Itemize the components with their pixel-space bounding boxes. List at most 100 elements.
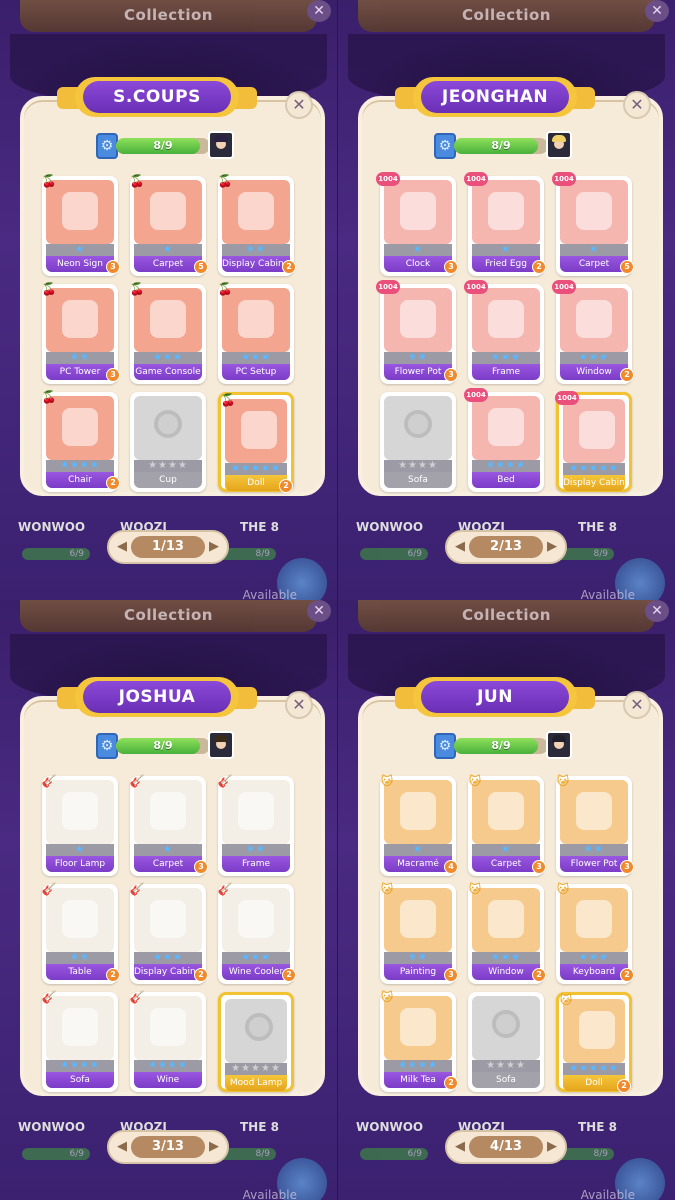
lock-gear-icon <box>404 410 432 438</box>
bg-member-name: THE 8 <box>240 520 279 534</box>
member-avatar[interactable] <box>546 131 572 159</box>
item-illustration <box>579 411 615 449</box>
item-card[interactable]: 🎸 ★★ Table 2 <box>42 882 120 984</box>
lock-gear-icon <box>245 1013 273 1041</box>
item-card[interactable]: 🎸 ★ Floor Lamp <box>42 774 118 876</box>
item-card[interactable]: 🐱 ★ Carpet 3 <box>468 774 546 876</box>
prev-page-icon[interactable]: ◀ <box>115 539 129 555</box>
item-card[interactable]: 1004 ★★★★ Bed <box>464 388 544 492</box>
item-card[interactable]: 🐱 ★★★★★ Doll 2 <box>556 992 632 1093</box>
item-card[interactable]: ★★★★ Sofa <box>468 992 544 1092</box>
item-illustration <box>488 408 524 446</box>
member-avatar[interactable] <box>208 731 234 759</box>
count-badge: 3 <box>444 260 458 274</box>
item-card[interactable]: ★★★★ Sofa <box>380 392 456 492</box>
bg-progress-bar: 6/9 <box>360 548 428 560</box>
next-page-icon[interactable]: ▶ <box>207 1139 221 1155</box>
item-card[interactable]: 🎸 ★ Carpet 3 <box>130 774 208 876</box>
next-page-icon[interactable]: ▶ <box>207 539 221 555</box>
close-icon[interactable]: ✕ <box>285 91 313 119</box>
cherry-icon: 🍒 <box>41 174 57 188</box>
item-illustration <box>62 408 98 446</box>
item-card[interactable]: 🐱 ★★★ Keyboard 2 <box>556 882 634 984</box>
bg-progress-bar: 6/9 <box>360 1148 428 1160</box>
item-illustration <box>62 792 98 830</box>
item-label: Clock <box>384 256 452 272</box>
count-badge: 5 <box>620 260 634 274</box>
bg-member-name: WONWOO <box>356 1120 424 1134</box>
item-art <box>384 180 452 244</box>
item-art <box>563 399 625 463</box>
item-grid: 🍒 ★ Neon Sign 3 🍒 ★ Carpet 5 🍒 ★★ Display Cabinet 2… <box>42 174 296 496</box>
close-icon[interactable]: ✕ <box>623 691 651 719</box>
prev-page-icon[interactable]: ◀ <box>453 539 467 555</box>
member-name: JOSHUA <box>83 681 231 713</box>
bg-collection-title: Collection <box>462 6 551 24</box>
page-indicator: 3/13 <box>131 1136 205 1158</box>
item-card[interactable]: 1004 ★★ Flower Pot 3 <box>376 280 458 384</box>
count-badge: 2 <box>106 476 120 490</box>
item-card[interactable]: 1004 ★ Carpet 5 <box>552 172 634 276</box>
count-badge: 2 <box>620 968 634 982</box>
bg-progress-bar: 6/9 <box>22 548 90 560</box>
item-card[interactable]: ★★★★ Cup <box>130 392 206 492</box>
next-page-icon[interactable]: ▶ <box>545 1139 559 1155</box>
item-label: Sofa <box>46 1072 114 1088</box>
item-card[interactable]: 1004 ★★★ Frame <box>464 280 544 384</box>
star-rating: ★★ <box>384 352 452 364</box>
item-card[interactable]: 🐱 ★★ Flower Pot 3 <box>556 774 634 876</box>
item-label: Game Console <box>134 364 202 380</box>
item-card[interactable]: 🎸 ★★★★ Wine <box>130 990 206 1092</box>
item-card[interactable]: 🍒 ★★★ Game Console <box>130 282 206 384</box>
member-avatar[interactable] <box>546 731 572 759</box>
item-card[interactable]: 🎸 ★★ Frame <box>218 774 294 876</box>
next-page-icon[interactable]: ▶ <box>545 539 559 555</box>
item-card[interactable]: 🎸 ★★★ Display Cabinet 2 <box>130 882 208 984</box>
item-illustration <box>579 1011 615 1049</box>
item-illustration <box>62 192 98 230</box>
star-rating: ★ <box>46 244 114 256</box>
count-badge: 3 <box>532 860 546 874</box>
item-card[interactable]: 🍒 ★★ PC Tower 3 <box>42 282 120 384</box>
item-card[interactable]: 🍒 ★★★★★ Doll 2 <box>218 392 294 493</box>
item-illustration <box>62 900 98 938</box>
item-card[interactable]: 🍒 ★★★ PC Setup <box>218 282 294 384</box>
count-badge: 2 <box>617 1079 631 1093</box>
item-card[interactable]: 🐱 ★ Macramé 4 <box>380 774 458 876</box>
item-label: Carpet <box>134 856 202 872</box>
prev-page-icon[interactable]: ◀ <box>453 1139 467 1155</box>
item-label: Flower Pot <box>384 364 452 380</box>
item-card[interactable]: 1004 ★ Fried Egg 2 <box>464 172 546 276</box>
count-badge: 3 <box>194 860 208 874</box>
item-card[interactable]: 1004 ★ Clock 3 <box>376 172 458 276</box>
item-card[interactable]: 🍒 ★★★★ Chair 2 <box>42 390 120 492</box>
cherry-icon: 🍒 <box>129 282 145 296</box>
cat-icon: 🐱 <box>556 882 570 896</box>
close-icon[interactable]: ✕ <box>285 691 313 719</box>
item-card[interactable]: 🍒 ★ Carpet 5 <box>130 174 208 276</box>
close-icon[interactable]: ✕ <box>623 91 651 119</box>
item-card[interactable]: 1004 ★★★★★Display Cabinet <box>555 391 632 492</box>
item-illustration <box>238 192 274 230</box>
item-illustration <box>400 900 436 938</box>
item-card[interactable]: 🐱 ★★★ Window 2 <box>468 882 546 984</box>
item-card[interactable]: 🍒 ★ Neon Sign 3 <box>42 174 120 276</box>
item-card[interactable]: 🎸 ★★★★ Sofa <box>42 990 118 1092</box>
star-rating: ★★ <box>46 352 114 364</box>
cat-icon: 🐱 <box>380 882 394 896</box>
star-rating: ★★★ <box>560 952 628 964</box>
guitar-icon: 🎸 <box>41 990 57 1004</box>
member-avatar[interactable] <box>208 131 234 159</box>
item-card[interactable]: 🐱 ★★★★ Milk Tea 2 <box>380 990 458 1092</box>
prev-page-icon[interactable]: ◀ <box>115 1139 129 1155</box>
item-card[interactable]: ★★★★★ Mood Lamp <box>218 992 294 1092</box>
item-card[interactable]: 🍒 ★★ Display Cabinet 2 <box>218 174 296 276</box>
heart-1004-icon: 1004 <box>376 280 400 294</box>
item-card[interactable]: 🎸 ★★★ Wine Cooler 2 <box>218 882 296 984</box>
collection-progress: ⚙ 8/9 <box>96 731 234 759</box>
item-card[interactable]: 1004 ★★★ Window 2 <box>552 280 634 384</box>
item-card[interactable]: 🐱 ★★ Painting 3 <box>380 882 458 984</box>
item-illustration <box>150 192 186 230</box>
star-rating: ★ <box>384 244 452 256</box>
bg-member-name: WONWOO <box>356 520 424 534</box>
